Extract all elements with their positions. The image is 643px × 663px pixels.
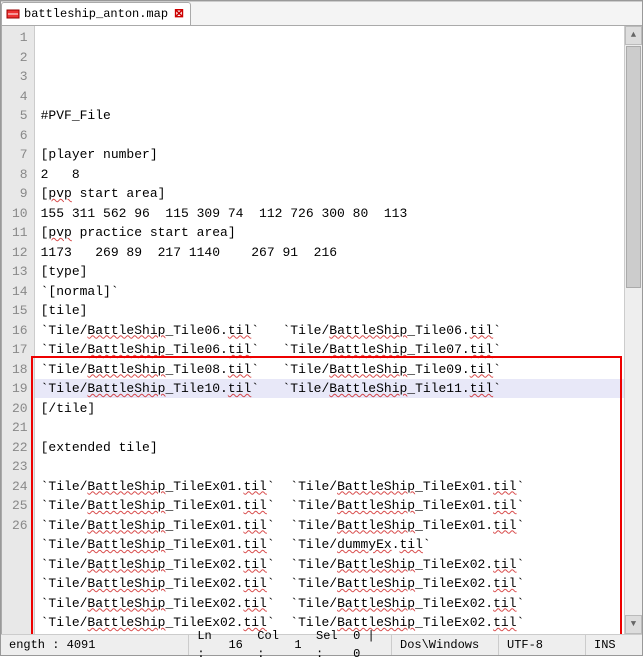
scroll-up-button[interactable]: ▲ xyxy=(625,26,642,45)
line-number: 17 xyxy=(12,340,28,360)
line-gutter: 1234567891011121314151617181920212223242… xyxy=(2,26,35,634)
code-line[interactable] xyxy=(41,126,618,146)
code-line[interactable]: `[normal]` xyxy=(41,282,618,302)
line-number: 11 xyxy=(12,223,28,243)
code-line[interactable] xyxy=(41,457,618,477)
code-line[interactable]: 155 311 562 96 115 309 74 112 726 300 80… xyxy=(41,204,618,224)
code-line[interactable]: [pvp start area] xyxy=(41,184,618,204)
line-number: 13 xyxy=(12,262,28,282)
line-number: 3 xyxy=(12,67,28,87)
file-tab[interactable]: battleship_anton.map ⊠ xyxy=(1,2,191,25)
code-line[interactable]: `Tile/BattleShip_TileEx02.til` `Tile/Bat… xyxy=(41,594,618,614)
code-line[interactable]: 2 8 xyxy=(41,165,618,185)
line-number: 10 xyxy=(12,204,28,224)
code-line[interactable]: `Tile/BattleShip_Tile06.til` `Tile/Battl… xyxy=(41,321,618,341)
line-number: 9 xyxy=(12,184,28,204)
code-line[interactable]: `Tile/BattleShip_TileEx01.til` `Tile/Bat… xyxy=(41,477,618,497)
code-line[interactable]: [extended tile] xyxy=(41,438,618,458)
code-line[interactable]: [tile] xyxy=(41,301,618,321)
tab-label: battleship_anton.map xyxy=(24,5,168,23)
line-number: 2 xyxy=(12,48,28,68)
line-number: 16 xyxy=(12,321,28,341)
status-eol: Dos\Windows xyxy=(392,635,499,655)
line-number: 26 xyxy=(12,516,28,536)
line-number: 15 xyxy=(12,301,28,321)
line-number: 23 xyxy=(12,457,28,477)
line-number: 7 xyxy=(12,145,28,165)
line-number: 20 xyxy=(12,399,28,419)
line-number: 4 xyxy=(12,87,28,107)
code-line[interactable]: `Tile/BattleShip_Tile08.til` `Tile/Battl… xyxy=(41,360,618,380)
line-number: 24 xyxy=(12,477,28,497)
line-number: 19 xyxy=(12,379,28,399)
line-number: 21 xyxy=(12,418,28,438)
status-encoding: UTF-8 xyxy=(499,635,586,655)
code-line[interactable]: [pvp practice start area] xyxy=(41,223,618,243)
line-number: 5 xyxy=(12,106,28,126)
status-mode: INS xyxy=(586,635,642,655)
tab-bar: battleship_anton.map ⊠ xyxy=(1,1,642,25)
line-number: 18 xyxy=(12,360,28,380)
code-line[interactable]: `Tile/dummyEx.til` xyxy=(41,633,618,635)
code-line[interactable]: `Tile/BattleShip_TileEx01.til` `Tile/Bat… xyxy=(41,516,618,536)
file-icon xyxy=(6,8,20,20)
code-line[interactable]: `Tile/BattleShip_Tile10.til` `Tile/Battl… xyxy=(41,379,618,399)
vertical-scrollbar[interactable]: ▲ ▼ xyxy=(624,26,642,634)
line-number: 6 xyxy=(12,126,28,146)
line-number: 14 xyxy=(12,282,28,302)
code-line[interactable]: [type] xyxy=(41,262,618,282)
code-line[interactable]: `Tile/BattleShip_TileEx01.til` `Tile/dum… xyxy=(41,535,618,555)
code-line[interactable]: `Tile/BattleShip_TileEx02.til` `Tile/Bat… xyxy=(41,613,618,633)
line-number: 12 xyxy=(12,243,28,263)
code-line[interactable]: [player number] xyxy=(41,145,618,165)
code-line[interactable]: `Tile/BattleShip_TileEx02.til` `Tile/Bat… xyxy=(41,555,618,575)
line-number: 1 xyxy=(12,28,28,48)
scroll-down-button[interactable]: ▼ xyxy=(625,615,642,634)
line-number: 8 xyxy=(12,165,28,185)
status-bar: ength : 4091 Ln : 16 Col : 1 Sel : 0 | 0… xyxy=(1,634,642,655)
line-number: 25 xyxy=(12,496,28,516)
status-length: ength : 4091 xyxy=(1,635,189,655)
code-line[interactable]: `Tile/BattleShip_Tile06.til` `Tile/Battl… xyxy=(41,340,618,360)
code-line[interactable]: `Tile/BattleShip_TileEx02.til` `Tile/Bat… xyxy=(41,574,618,594)
scrollbar-thumb[interactable] xyxy=(626,46,641,288)
code-line[interactable]: #PVF_File xyxy=(41,106,618,126)
line-number: 22 xyxy=(12,438,28,458)
code-content[interactable]: #PVF_File [player number]2 8[pvp start a… xyxy=(35,26,624,634)
code-line[interactable]: `Tile/BattleShip_TileEx01.til` `Tile/Bat… xyxy=(41,496,618,516)
status-caret: Ln : 16 Col : 1 Sel : 0 | 0 xyxy=(189,635,392,655)
editor[interactable]: 1234567891011121314151617181920212223242… xyxy=(1,25,642,634)
code-line[interactable]: 1173 269 89 217 1140 267 91 216 xyxy=(41,243,618,263)
code-line[interactable]: [/tile] xyxy=(41,399,618,419)
close-icon[interactable]: ⊠ xyxy=(172,5,186,23)
code-line[interactable] xyxy=(41,418,618,438)
